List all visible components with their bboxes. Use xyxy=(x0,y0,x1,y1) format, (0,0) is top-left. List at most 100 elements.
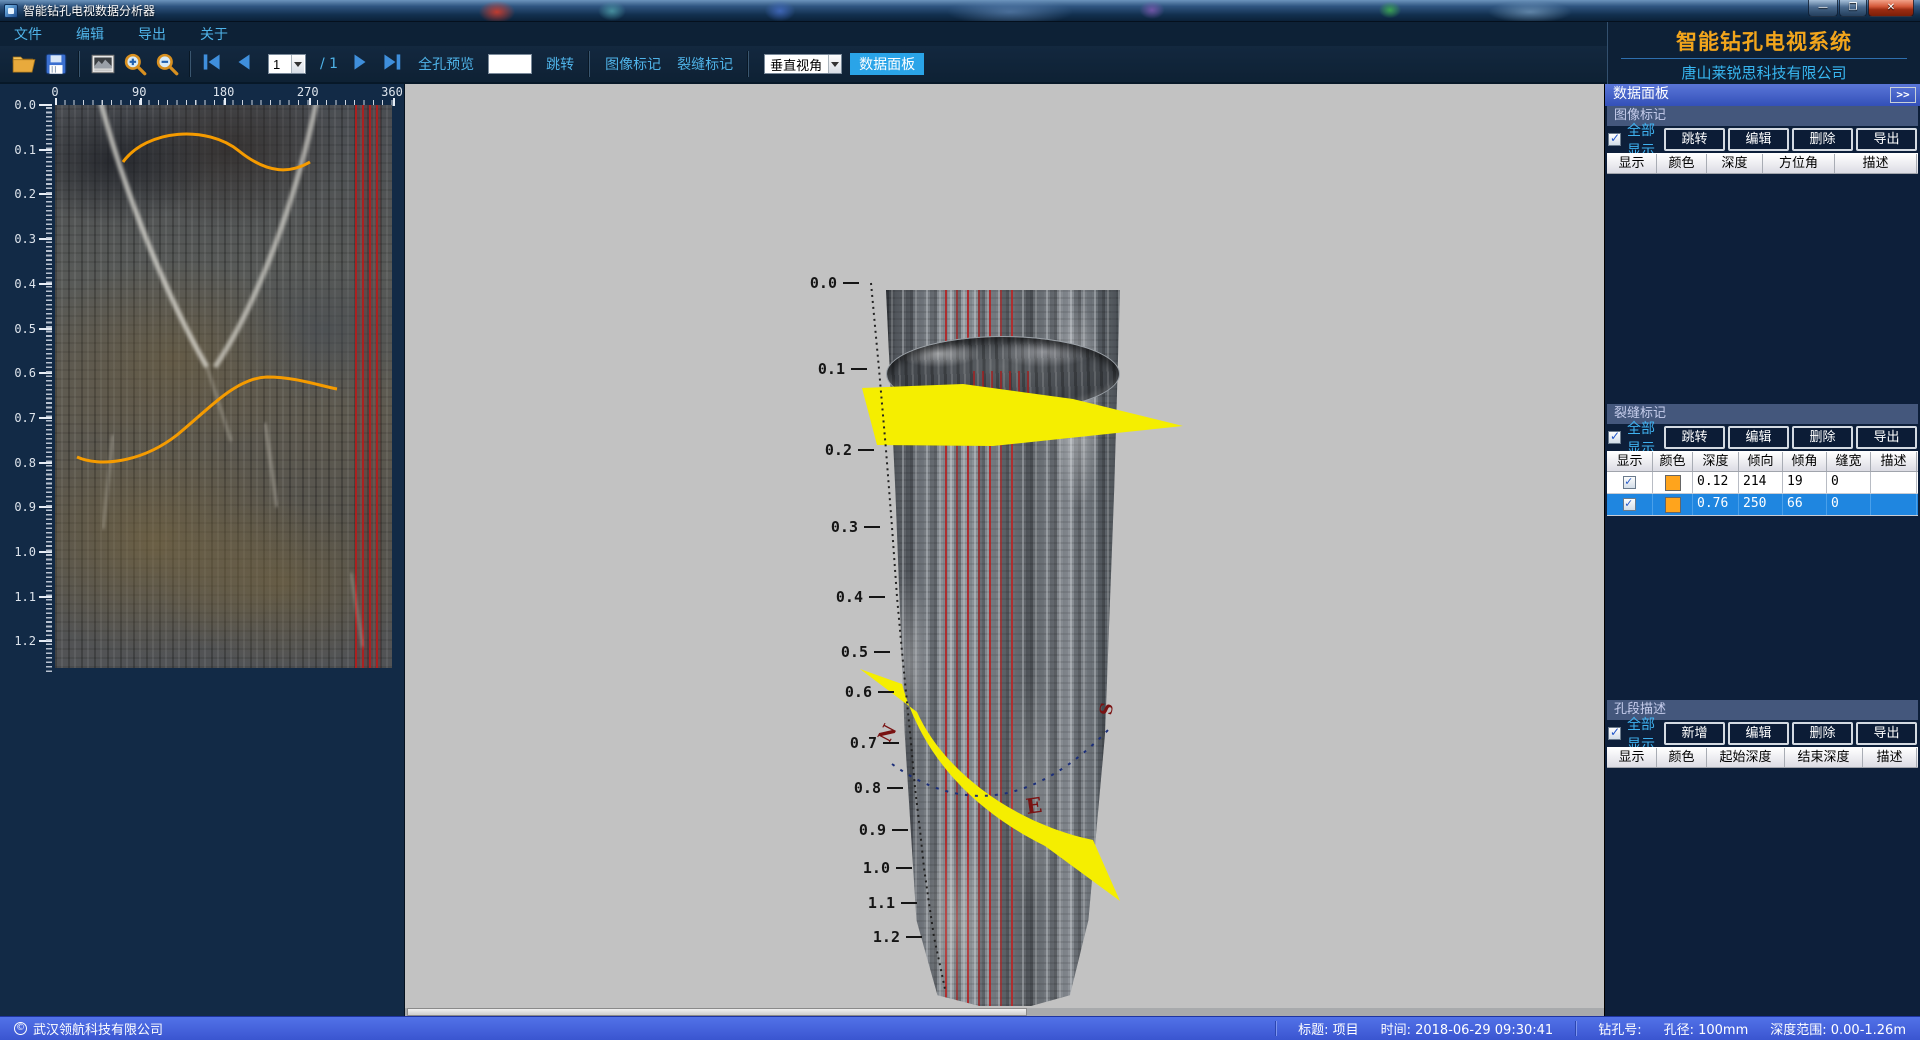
show-all-checkbox[interactable] xyxy=(1608,727,1621,740)
menu-item-3[interactable]: 关于 xyxy=(200,24,228,44)
panel-button-删除[interactable]: 删除 xyxy=(1792,128,1853,151)
jump-button[interactable]: 跳转 xyxy=(546,54,574,74)
panel-button-跳转[interactable]: 跳转 xyxy=(1664,426,1725,449)
fracture-marks-section: 裂缝标记 全部显示 跳转编辑删除导出 显示颜色深度倾向倾角缝宽描述 0.1221… xyxy=(1607,404,1918,700)
row-cell: 0 xyxy=(1827,494,1871,515)
last-page-icon[interactable] xyxy=(381,51,407,77)
scrollbar-thumb[interactable] xyxy=(407,1008,1027,1016)
color-swatch xyxy=(1665,497,1681,513)
prev-page-icon[interactable] xyxy=(233,51,259,77)
column-header: 缝宽 xyxy=(1827,452,1871,471)
minimize-button[interactable]: — xyxy=(1808,0,1838,17)
show-all-checkbox[interactable] xyxy=(1608,133,1621,146)
horizontal-scrollbar[interactable] xyxy=(405,1008,1604,1016)
3d-depth-label: 0.8 xyxy=(854,779,881,797)
row-show-cell[interactable] xyxy=(1607,494,1653,515)
image-mark-button[interactable]: 图像标记 xyxy=(605,54,661,74)
fracture-sinusoid-2[interactable] xyxy=(77,377,337,462)
full-image-preview-icon[interactable] xyxy=(90,51,116,77)
3d-depth-label: 0.5 xyxy=(841,643,868,661)
panel-button-删除[interactable]: 删除 xyxy=(1792,426,1853,449)
fracture-sinusoid-1[interactable] xyxy=(123,134,310,170)
collapse-panel-button[interactable]: >> xyxy=(1890,87,1916,103)
3d-depth-label: 0.0 xyxy=(810,274,837,292)
column-header: 描述 xyxy=(1863,748,1917,767)
zoom-out-icon[interactable] xyxy=(154,51,180,77)
depth-ruler-minor-ticks xyxy=(46,105,52,672)
white-streak xyxy=(265,423,277,507)
unwrapped-borehole-image[interactable] xyxy=(55,105,392,668)
page-dropdown-arrow-icon[interactable] xyxy=(291,55,304,73)
branding-area: 智能钻孔电视系统 唐山莱锐思科技有限公司 xyxy=(1607,22,1920,84)
close-button[interactable]: ✕ xyxy=(1868,0,1914,17)
status-segment-0: 标题: 项目 xyxy=(1298,1019,1359,1038)
title-bar: 智能钻孔电视数据分析器 — ❐ ✕ xyxy=(0,0,1920,22)
depth-label: 1.1 xyxy=(14,590,36,604)
page-number-combo[interactable] xyxy=(268,54,306,74)
column-header: 颜色 xyxy=(1657,748,1707,767)
3d-depth-label: 1.0 xyxy=(863,859,890,877)
column-header: 结束深度 xyxy=(1785,748,1863,767)
jump-depth-input[interactable] xyxy=(488,54,532,74)
table-row[interactable]: 0.12214190 xyxy=(1607,472,1918,494)
panel-button-新增[interactable]: 新增 xyxy=(1664,722,1725,745)
fracture-mark-button[interactable]: 裂缝标记 xyxy=(677,54,733,74)
panel-button-导出[interactable]: 导出 xyxy=(1856,128,1917,151)
menu-item-1[interactable]: 编辑 xyxy=(76,24,104,44)
row-show-cell[interactable] xyxy=(1607,472,1653,493)
status-info: 标题: 项目时间: 2018-06-29 09:30:41钻孔号: 孔径: 10… xyxy=(1275,1019,1906,1038)
table-row[interactable]: 0.76250660 xyxy=(1607,494,1918,516)
view-mode-value: 垂直视角 xyxy=(765,55,828,74)
section-buttons: 新增编辑删除导出 xyxy=(1664,722,1917,745)
panel-button-编辑[interactable]: 编辑 xyxy=(1728,426,1789,449)
view-mode-select[interactable]: 垂直视角 xyxy=(764,54,842,74)
panel-button-导出[interactable]: 导出 xyxy=(1856,426,1917,449)
maximize-button[interactable]: ❐ xyxy=(1839,0,1867,17)
page-total-label: / 1 xyxy=(320,56,338,72)
fractures-table: 显示颜色深度倾向倾角缝宽描述 0.122141900.76250660 xyxy=(1607,451,1918,700)
zoom-in-icon[interactable] xyxy=(122,51,148,77)
borehole-3d-viewport[interactable]: N E S 0.00.10.20.30.40.50.60.70.80.91.01… xyxy=(405,84,1604,1016)
hole-sections-table: 显示颜色起始深度结束深度描述 xyxy=(1607,747,1918,1016)
checkbox-icon[interactable] xyxy=(1623,498,1636,511)
table-body xyxy=(1607,768,1918,1016)
data-panel-toggle-button[interactable]: 数据面板 xyxy=(850,53,924,75)
page-number-input[interactable] xyxy=(269,57,291,72)
view-mode-dropdown-arrow-icon[interactable] xyxy=(828,55,841,73)
section-buttons: 跳转编辑删除导出 xyxy=(1664,128,1917,151)
row-color-cell xyxy=(1653,494,1693,515)
panel-button-编辑[interactable]: 编辑 xyxy=(1728,128,1789,151)
panel-button-导出[interactable]: 导出 xyxy=(1856,722,1917,745)
toolbar-separator xyxy=(79,51,80,77)
data-panel: 数据面板 >> 图像标记 全部显示 跳转编辑删除导出 显示颜色深度方位角描述 裂… xyxy=(1604,84,1920,1016)
column-header: 显示 xyxy=(1607,452,1653,471)
3d-depth-label: 0.3 xyxy=(831,518,858,536)
show-all-checkbox[interactable] xyxy=(1608,431,1621,444)
row-cell: 214 xyxy=(1739,472,1783,493)
save-icon[interactable] xyxy=(43,51,69,77)
menu-item-0[interactable]: 文件 xyxy=(14,24,42,44)
column-header: 方位角 xyxy=(1763,154,1835,173)
panel-button-跳转[interactable]: 跳转 xyxy=(1664,128,1725,151)
app-icon xyxy=(4,4,18,18)
column-header: 深度 xyxy=(1707,154,1763,173)
depth-label: 0.1 xyxy=(14,143,36,157)
checkbox-icon[interactable] xyxy=(1623,476,1636,489)
3d-depth-label: 0.2 xyxy=(825,441,852,459)
color-swatch xyxy=(1665,475,1681,491)
depth-label: 0.7 xyxy=(14,411,36,425)
row-cell xyxy=(1871,494,1917,515)
panel-button-编辑[interactable]: 编辑 xyxy=(1728,722,1789,745)
copyright-icon: © xyxy=(14,1022,27,1035)
system-title: 智能钻孔电视系统 xyxy=(1608,26,1920,56)
white-streak xyxy=(103,435,113,529)
panel-button-删除[interactable]: 删除 xyxy=(1792,722,1853,745)
depth-label: 0.3 xyxy=(14,232,36,246)
open-file-icon[interactable] xyxy=(11,51,37,77)
menu-item-2[interactable]: 导出 xyxy=(138,24,166,44)
depth-label: 0.4 xyxy=(14,277,36,291)
next-page-icon[interactable] xyxy=(349,51,375,77)
row-cell: 66 xyxy=(1783,494,1827,515)
full-hole-preview-button[interactable]: 全孔预览 xyxy=(418,54,474,74)
first-page-icon[interactable] xyxy=(201,51,227,77)
